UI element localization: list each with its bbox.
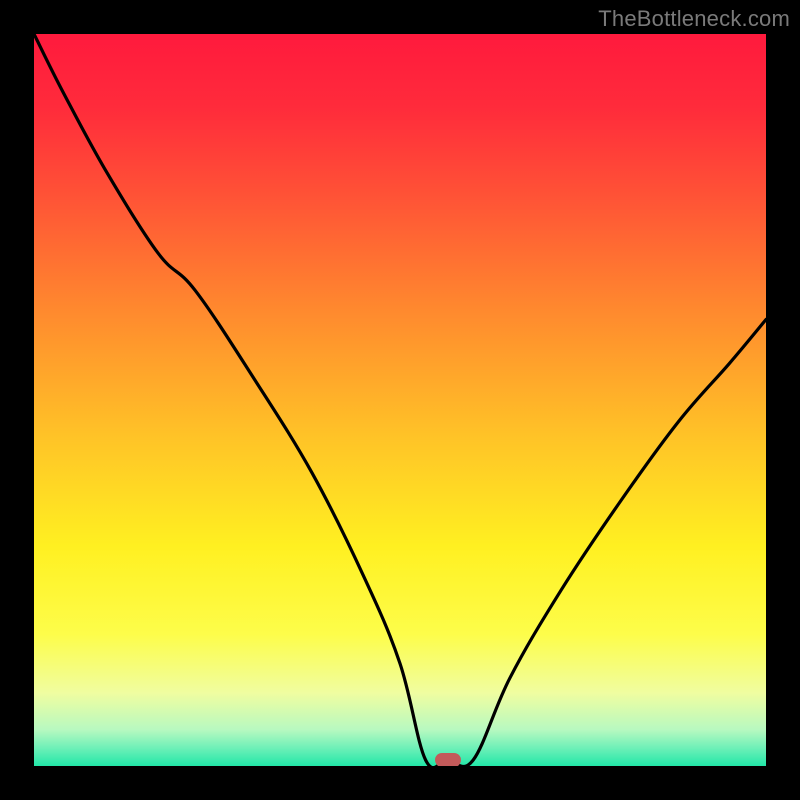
plot-area bbox=[34, 34, 766, 766]
watermark-text: TheBottleneck.com bbox=[598, 6, 790, 32]
optimal-point-marker bbox=[435, 753, 461, 766]
chart-stage: TheBottleneck.com bbox=[0, 0, 800, 800]
heat-gradient-background bbox=[34, 34, 766, 766]
